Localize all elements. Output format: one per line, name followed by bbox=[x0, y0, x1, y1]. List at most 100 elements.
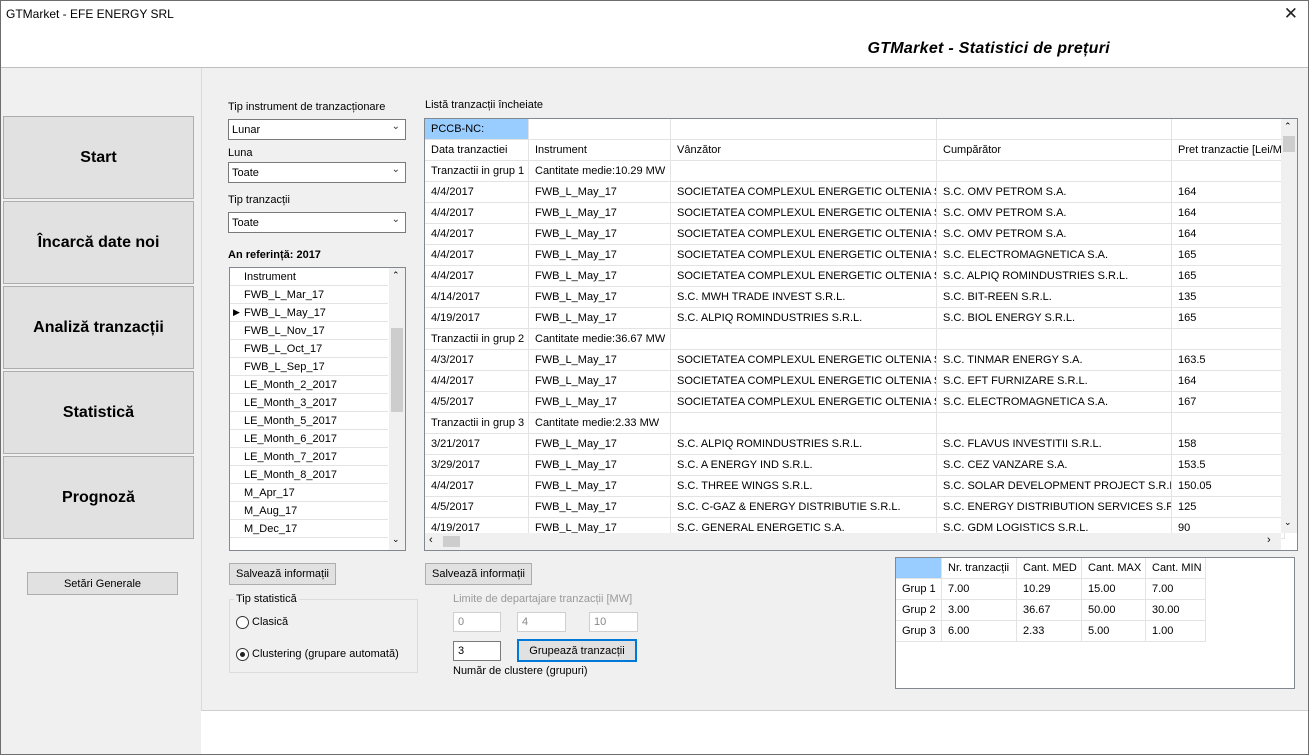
table-cell: 4/5/2017 bbox=[425, 497, 529, 518]
table-cell: FWB_L_May_17 bbox=[529, 350, 671, 371]
table-row[interactable]: 4/4/2017 FWB_L_May_17 SOCIETATEA COMPLEXUL… bbox=[425, 182, 1285, 203]
chevron-down-icon[interactable]: ⌄ bbox=[1284, 517, 1292, 528]
limit-field-1[interactable]: 0 bbox=[453, 612, 501, 632]
table-cell: Tranzactii in grup 2 bbox=[425, 329, 529, 350]
classic-radio[interactable] bbox=[236, 616, 249, 629]
table-cell bbox=[1172, 161, 1285, 182]
clusters-count-field[interactable]: 3 bbox=[453, 641, 501, 661]
trade-type-select[interactable]: Toate ⌄ bbox=[228, 212, 406, 233]
column-header[interactable]: Instrument bbox=[529, 140, 671, 161]
list-item-label: FWB_L_Mar_17 bbox=[244, 289, 325, 301]
table-row[interactable]: 3/21/2017 FWB_L_May_17 S.C. ALPIQ ROMINDUS… bbox=[425, 434, 1285, 455]
chevron-up-icon[interactable]: ⌃ bbox=[1284, 121, 1292, 132]
table-row[interactable]: Tranzactii in grup 2 Cantitate medie:36.6… bbox=[425, 329, 1285, 350]
summary-cell: 10.29 bbox=[1017, 579, 1082, 600]
list-scrollbar[interactable]: ⌃ ⌄ bbox=[389, 268, 405, 550]
table-row[interactable]: 4/4/2017 FWB_L_May_17 SOCIETATEA COMPLEXUL… bbox=[425, 224, 1285, 245]
list-item[interactable]: FWB_L_Sep_17 bbox=[230, 358, 388, 376]
save-info-right-button[interactable]: Salvează informații bbox=[425, 563, 532, 585]
table-row[interactable]: 4/4/2017 FWB_L_May_17 SOCIETATEA COMPLEXUL… bbox=[425, 203, 1285, 224]
clustering-radio-label[interactable]: Clustering (grupare automată) bbox=[252, 648, 399, 660]
trade-analysis-button[interactable]: Analiză tranzacții bbox=[3, 286, 194, 369]
column-header[interactable]: Data tranzactiei bbox=[425, 140, 529, 161]
table-row[interactable]: 4/3/2017 FWB_L_May_17 SOCIETATEA COMPLEXUL… bbox=[425, 350, 1285, 371]
table-cell bbox=[937, 329, 1172, 350]
list-item[interactable]: M_Dec_17 bbox=[230, 520, 388, 538]
forecast-button[interactable]: Prognoză bbox=[3, 456, 194, 539]
table-cell: FWB_L_May_17 bbox=[529, 308, 671, 329]
classic-radio-label[interactable]: Clasică bbox=[252, 616, 288, 628]
limit-field-3[interactable]: 10 bbox=[589, 612, 638, 632]
scroll-thumb[interactable] bbox=[391, 328, 403, 412]
table-row[interactable]: 4/4/2017 FWB_L_May_17 SOCIETATEA COMPLEXUL… bbox=[425, 266, 1285, 287]
trades-hscrollbar[interactable]: ‹ › bbox=[425, 533, 1281, 550]
list-item-label: M_Aug_17 bbox=[244, 505, 298, 517]
trades-table[interactable]: PCCB-NC: Data tranzactiei Instrument Vânză… bbox=[424, 118, 1298, 551]
table-cell: S.C. ALPIQ ROMINDUSTRIES S.R.L. bbox=[671, 434, 937, 455]
table-row[interactable]: 4/19/2017 FWB_L_May_17 S.C. ALPIQ ROMINDUS… bbox=[425, 308, 1285, 329]
summary-cell: 50.00 bbox=[1082, 600, 1146, 621]
list-item[interactable]: LE_Month_3_2017 bbox=[230, 394, 388, 412]
save-info-left-button[interactable]: Salvează informații bbox=[229, 563, 336, 585]
list-item[interactable]: M_Aug_17 bbox=[230, 502, 388, 520]
table-row[interactable]: 4/4/2017 FWB_L_May_17 SOCIETATEA COMPLEXUL… bbox=[425, 245, 1285, 266]
list-item[interactable]: LE_Month_7_2017 bbox=[230, 448, 388, 466]
summary-cell: 6.00 bbox=[942, 621, 1017, 642]
table-cell: 167 bbox=[1172, 392, 1285, 413]
general-settings-button[interactable]: Setări Generale bbox=[27, 572, 178, 595]
column-header[interactable]: Cumpărător bbox=[937, 140, 1172, 161]
load-data-button[interactable]: Încarcă date noi bbox=[3, 201, 194, 284]
table-cell: 135 bbox=[1172, 287, 1285, 308]
table-cell: SOCIETATEA COMPLEXUL ENERGETIC OLTENIA S… bbox=[671, 350, 937, 371]
chevron-left-icon[interactable]: ‹ bbox=[429, 534, 433, 546]
list-item-label: LE_Month_8_2017 bbox=[244, 469, 337, 481]
table-cell bbox=[671, 329, 937, 350]
list-item[interactable]: LE_Month_2_2017 bbox=[230, 376, 388, 394]
list-item[interactable]: LE_Month_8_2017 bbox=[230, 466, 388, 484]
trades-vscrollbar[interactable]: ⌃ ⌄ bbox=[1281, 119, 1297, 533]
chevron-down-icon[interactable]: ⌄ bbox=[392, 534, 400, 545]
list-item-label: FWB_L_Nov_17 bbox=[244, 325, 325, 337]
chevron-right-icon[interactable]: › bbox=[1267, 534, 1271, 546]
empty-cell bbox=[1172, 119, 1285, 140]
list-item[interactable]: ▶ FWB_L_May_17 bbox=[230, 304, 388, 322]
instrument-list[interactable]: Instrument FWB_L_Mar_17 ▶ FWB_L_May_17 FWB_… bbox=[229, 267, 406, 551]
list-item[interactable]: LE_Month_5_2017 bbox=[230, 412, 388, 430]
statistics-button[interactable]: Statistică bbox=[3, 371, 194, 454]
table-row[interactable]: 4/14/2017 FWB_L_May_17 S.C. MWH TRADE INVE… bbox=[425, 287, 1285, 308]
empty-cell bbox=[671, 119, 937, 140]
month-select[interactable]: Toate ⌄ bbox=[228, 162, 406, 183]
table-row[interactable]: Tranzactii in grup 3 Cantitate medie:2.33… bbox=[425, 413, 1285, 434]
table-cell: 165 bbox=[1172, 245, 1285, 266]
table-row[interactable]: Tranzactii in grup 1 Cantitate medie:10.2… bbox=[425, 161, 1285, 182]
group-trades-button[interactable]: Grupează tranzacții bbox=[517, 639, 637, 662]
scroll-thumb[interactable] bbox=[1283, 136, 1295, 152]
close-icon[interactable]: ✕ bbox=[1284, 4, 1298, 24]
list-item[interactable]: M_Apr_17 bbox=[230, 484, 388, 502]
market-row: PCCB-NC: bbox=[425, 119, 1285, 140]
list-item[interactable]: FWB_L_Oct_17 bbox=[230, 340, 388, 358]
list-item[interactable]: FWB_L_Nov_17 bbox=[230, 322, 388, 340]
table-cell: FWB_L_May_17 bbox=[529, 371, 671, 392]
start-button[interactable]: Start bbox=[3, 116, 194, 199]
instrument-type-select[interactable]: Lunar ⌄ bbox=[228, 119, 406, 140]
table-cell: Tranzactii in grup 1 bbox=[425, 161, 529, 182]
column-header[interactable]: Vânzător bbox=[671, 140, 937, 161]
limit-field-2[interactable]: 4 bbox=[517, 612, 566, 632]
chevron-up-icon[interactable]: ⌃ bbox=[392, 270, 400, 281]
table-row[interactable]: 4/5/2017 FWB_L_May_17 S.C. C-GAZ & ENERGY … bbox=[425, 497, 1285, 518]
column-header[interactable]: Pret tranzactie [Lei/MWh] bbox=[1172, 140, 1285, 161]
month-value: Toate bbox=[232, 167, 259, 179]
scroll-thumb[interactable] bbox=[443, 536, 460, 547]
list-item[interactable]: FWB_L_Mar_17 bbox=[230, 286, 388, 304]
table-cell: FWB_L_May_17 bbox=[529, 434, 671, 455]
list-item[interactable]: LE_Month_6_2017 bbox=[230, 430, 388, 448]
table-row[interactable]: 4/4/2017 FWB_L_May_17 SOCIETATEA COMPLEXUL… bbox=[425, 371, 1285, 392]
table-row[interactable]: 4/5/2017 FWB_L_May_17 SOCIETATEA COMPLEXUL… bbox=[425, 392, 1285, 413]
table-cell: S.C. OMV PETROM S.A. bbox=[937, 182, 1172, 203]
summary-cell: Grup 2 bbox=[896, 600, 942, 621]
table-row[interactable]: 3/29/2017 FWB_L_May_17 S.C. A ENERGY IND S… bbox=[425, 455, 1285, 476]
table-cell: Tranzactii in grup 3 bbox=[425, 413, 529, 434]
table-row[interactable]: 4/4/2017 FWB_L_May_17 S.C. THREE WINGS S.R… bbox=[425, 476, 1285, 497]
clustering-radio[interactable] bbox=[236, 648, 249, 661]
